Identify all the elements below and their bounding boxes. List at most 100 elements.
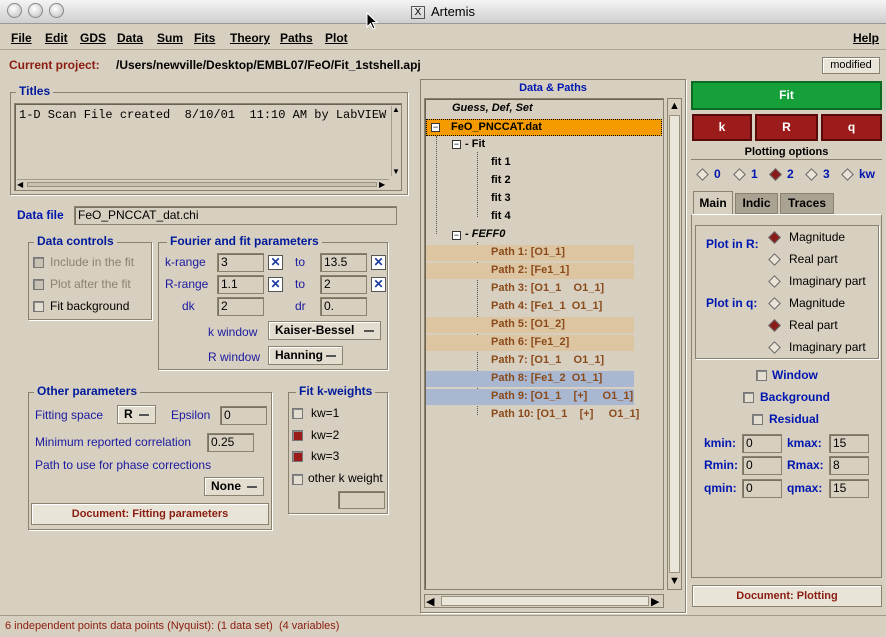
fit-item[interactable]: fit 1 (491, 156, 511, 168)
titles-textarea[interactable]: 1-D Scan File created 8/10/01 11:10 AM b… (14, 103, 402, 191)
kw1-checkbox[interactable] (292, 408, 303, 419)
kmax-field[interactable]: 15 (829, 434, 869, 453)
scroll-up-icon[interactable]: ▲ (392, 106, 401, 114)
menu-plot[interactable]: Plot (325, 31, 348, 45)
scroll-right-icon[interactable]: ▶ (651, 595, 659, 608)
path-row-4[interactable]: Path 4: [Fe1_1 O1_1] (426, 299, 634, 315)
path-row-10[interactable]: Path 10: [O1_1 [+] O1_1] (426, 407, 639, 423)
collapse-icon[interactable]: − (452, 231, 461, 240)
dk-field[interactable]: 2 (217, 297, 264, 316)
fitting-space-select[interactable]: R (117, 405, 156, 424)
kw2-checkbox[interactable] (292, 430, 303, 441)
tab-traces[interactable]: Traces (780, 193, 834, 214)
gds-node[interactable]: Guess, Def, Set (452, 102, 533, 114)
kw3-checkbox[interactable] (292, 451, 303, 462)
titles-hscrollbar[interactable]: ◀ ▶ (17, 179, 389, 189)
rmax-field[interactable]: 8 (829, 456, 869, 475)
menu-gds[interactable]: GDS (80, 31, 106, 45)
modified-indicator[interactable]: modified (822, 57, 880, 74)
titles-vscrollbar[interactable]: ▲ ▼ (391, 106, 401, 176)
other-kw-checkbox[interactable] (292, 474, 303, 485)
other-kw-field[interactable] (338, 491, 385, 509)
rmin-field[interactable]: 0 (742, 456, 782, 475)
path-row-3[interactable]: Path 3: [O1_1 O1_1] (426, 281, 634, 297)
menu-data[interactable]: Data (117, 31, 143, 45)
min-corr-field[interactable]: 0.25 (207, 433, 254, 452)
r-magnitude-label: Magnitude (789, 230, 846, 244)
r-range-to-clear-icon[interactable]: ✕ (371, 277, 386, 292)
r-range-to[interactable]: 2 (320, 275, 367, 294)
menu-fits[interactable]: Fits (194, 31, 215, 45)
include-checkbox[interactable] (33, 257, 44, 268)
qmin-label: qmin: (704, 481, 737, 495)
plot-after-checkbox[interactable] (33, 279, 44, 290)
kw3-radio[interactable] (805, 168, 818, 181)
menu-sum[interactable]: Sum (157, 31, 183, 45)
doc-fitting-button[interactable]: Document: Fitting parameters (31, 503, 269, 525)
tree-hscrollbar[interactable]: ◀ ▶ (424, 594, 664, 608)
path-row-7[interactable]: Path 7: [O1_1 O1_1] (426, 353, 634, 369)
path-row-2[interactable]: Path 2: [Fe1_1] (426, 263, 634, 279)
collapse-icon[interactable]: − (452, 140, 461, 149)
kw1-radio[interactable] (733, 168, 746, 181)
scroll-right-icon[interactable]: ▶ (379, 180, 385, 189)
path-row-5[interactable]: Path 5: [O1_2] (426, 317, 634, 333)
background-checkbox[interactable] (743, 392, 754, 403)
doc-plotting-button[interactable]: Document: Plotting (692, 585, 882, 607)
kw0-radio[interactable] (696, 168, 709, 181)
title-bar: X Artemis (0, 0, 886, 24)
k-range-to-clear-icon[interactable]: ✕ (371, 255, 386, 270)
fit-button[interactable]: Fit (691, 81, 882, 110)
tree-vscroll-thumb[interactable] (669, 115, 680, 573)
plot-r-button[interactable]: R (755, 114, 818, 141)
kmin-field[interactable]: 0 (742, 434, 782, 453)
k-range-to[interactable]: 13.5 (320, 253, 367, 272)
plot-k-button[interactable]: k (692, 114, 752, 141)
r-range-from-clear-icon[interactable]: ✕ (268, 277, 283, 292)
scroll-up-icon[interactable]: ▲ (669, 100, 680, 112)
fit-item[interactable]: fit 3 (491, 192, 511, 204)
menu-edit[interactable]: Edit (45, 31, 68, 45)
scroll-left-icon[interactable]: ◀ (17, 180, 23, 189)
fit-item[interactable]: fit 2 (491, 174, 511, 186)
fit-group-node[interactable]: - Fit (465, 138, 485, 150)
feff-group-node[interactable]: - FEFF0 (465, 228, 505, 240)
tree-vscrollbar[interactable]: ▲ ▼ (667, 98, 682, 590)
k-range-from[interactable]: 3 (217, 253, 264, 272)
phase-path-select[interactable]: None (204, 477, 264, 496)
menu-theory[interactable]: Theory (230, 31, 270, 45)
r-window-select[interactable]: Hanning (268, 346, 343, 365)
titles-hscroll-thumb[interactable] (27, 182, 377, 187)
k-window-select[interactable]: Kaiser-Bessel (268, 321, 381, 340)
epsilon-field[interactable]: 0 (220, 406, 267, 425)
data-file-field[interactable]: FeO_PNCCAT_dat.chi (74, 206, 397, 225)
window-checkbox[interactable] (756, 370, 767, 381)
path-row-8[interactable]: Path 8: [Fe1_2 O1_1] (426, 371, 634, 387)
qmin-field[interactable]: 0 (742, 479, 782, 498)
path-row-1[interactable]: Path 1: [O1_1] (426, 245, 634, 261)
menu-paths[interactable]: Paths (280, 31, 313, 45)
collapse-icon[interactable]: − (431, 123, 440, 132)
fit-background-checkbox[interactable] (33, 301, 44, 312)
tab-indic[interactable]: Indic (735, 193, 778, 214)
kw2-radio[interactable] (769, 168, 782, 181)
kw-radio[interactable] (841, 168, 854, 181)
r-range-from[interactable]: 1.1 (217, 275, 264, 294)
k-range-from-clear-icon[interactable]: ✕ (268, 255, 283, 270)
path-row-9[interactable]: Path 9: [O1_1 [+] O1_1] (426, 389, 634, 405)
kw1-radio-label: 1 (751, 167, 758, 181)
tree-hscroll-thumb[interactable] (441, 596, 649, 606)
residual-checkbox[interactable] (752, 414, 763, 425)
dr-field[interactable]: 0. (320, 297, 367, 316)
scroll-left-icon[interactable]: ◀ (426, 595, 434, 608)
tab-main[interactable]: Main (693, 191, 733, 215)
plot-q-button[interactable]: q (821, 114, 882, 141)
scroll-down-icon[interactable]: ▼ (669, 575, 680, 587)
menu-help[interactable]: Help (853, 31, 879, 45)
dataset-node[interactable]: − FeO_PNCCAT.dat (426, 119, 662, 136)
fit-item[interactable]: fit 4 (491, 210, 511, 222)
scroll-down-icon[interactable]: ▼ (392, 168, 401, 176)
path-row-6[interactable]: Path 6: [Fe1_2] (426, 335, 634, 351)
qmax-field[interactable]: 15 (829, 479, 869, 498)
menu-file[interactable]: File (11, 31, 32, 45)
